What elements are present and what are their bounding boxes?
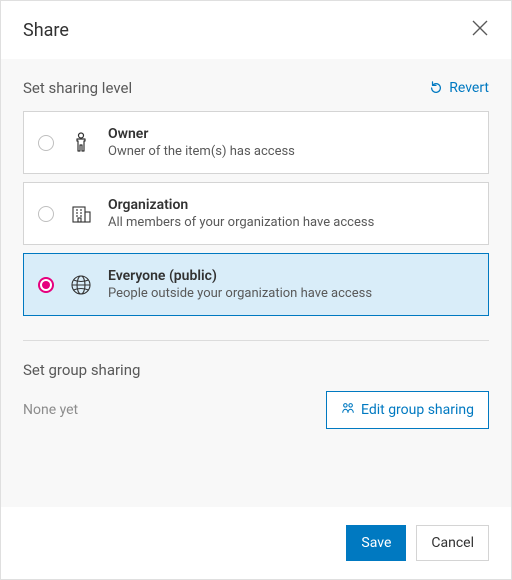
sharing-option-everyone[interactable]: Everyone (public) People outside your or… (23, 253, 489, 316)
radio-owner[interactable] (38, 135, 54, 151)
sharing-option-organization[interactable]: Organization All members of your organiz… (23, 182, 489, 245)
edit-group-sharing-button[interactable]: Edit group sharing (326, 391, 489, 429)
group-sharing-row: None yet Edit group sharing (23, 391, 489, 429)
sharing-option-owner[interactable]: Owner Owner of the item(s) has access (23, 111, 489, 174)
radio-organization[interactable] (38, 206, 54, 222)
dialog-title: Share (23, 20, 69, 41)
globe-icon (70, 274, 92, 296)
radio-inner (42, 281, 50, 289)
radio-everyone[interactable] (38, 277, 54, 293)
everyone-text: Everyone (public) People outside your or… (108, 268, 372, 301)
group-sharing-empty: None yet (23, 402, 78, 418)
dialog-footer: Save Cancel (1, 507, 511, 579)
group-icon (341, 401, 355, 419)
organization-title: Organization (108, 197, 374, 213)
divider (23, 340, 489, 341)
revert-icon (429, 81, 443, 95)
close-icon[interactable] (471, 19, 489, 41)
everyone-desc: People outside your organization have ac… (108, 286, 372, 301)
owner-text: Owner Owner of the item(s) has access (108, 126, 295, 159)
organization-desc: All members of your organization have ac… (108, 215, 374, 230)
save-button[interactable]: Save (346, 525, 406, 561)
revert-button[interactable]: Revert (429, 80, 489, 96)
sharing-level-title: Set sharing level (23, 79, 132, 97)
cancel-button[interactable]: Cancel (416, 525, 489, 561)
owner-title: Owner (108, 126, 295, 142)
revert-label: Revert (449, 80, 489, 96)
everyone-title: Everyone (public) (108, 268, 372, 284)
dialog-body: Set sharing level Revert (1, 59, 511, 507)
edit-group-sharing-label: Edit group sharing (361, 402, 474, 418)
dialog-header: Share (1, 1, 511, 59)
sharing-level-header: Set sharing level Revert (23, 79, 489, 97)
organization-text: Organization All members of your organiz… (108, 197, 374, 230)
owner-desc: Owner of the item(s) has access (108, 144, 295, 159)
share-dialog: Share Set sharing level Revert (0, 0, 512, 580)
group-sharing-title: Set group sharing (23, 361, 489, 379)
organization-icon (70, 203, 92, 225)
owner-icon (70, 131, 92, 155)
